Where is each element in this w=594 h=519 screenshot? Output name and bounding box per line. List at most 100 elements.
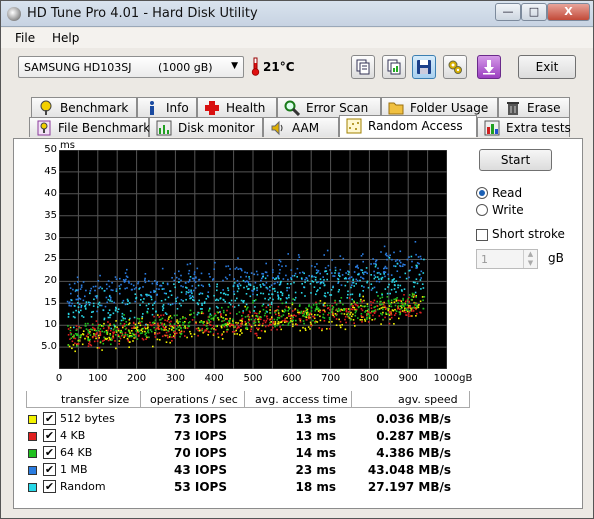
data-point: [242, 279, 245, 282]
data-point: [81, 315, 83, 317]
tab-disk-monitor[interactable]: Disk monitor: [149, 117, 263, 137]
data-point: [245, 293, 248, 295]
data-point: [278, 259, 281, 261]
close-button[interactable]: X: [547, 3, 590, 21]
series-checkbox[interactable]: ✔: [43, 480, 56, 493]
data-point: [89, 290, 92, 292]
data-point: [317, 307, 320, 310]
data-point: [390, 312, 392, 314]
data-point: [178, 324, 181, 327]
tab-extra-tests[interactable]: Extra tests: [477, 117, 571, 137]
data-point: [93, 334, 96, 336]
data-point: [237, 268, 240, 270]
tab-error-scan[interactable]: Error Scan: [277, 97, 381, 117]
tab-folder-usage[interactable]: Folder Usage: [381, 97, 498, 117]
tab-benchmark[interactable]: Benchmark: [31, 97, 137, 117]
series-checkbox[interactable]: ✔: [43, 446, 56, 459]
stroke-size-stepper[interactable]: 1 ▲ ▼: [476, 249, 538, 269]
data-point: [363, 271, 366, 273]
data-point: [384, 265, 387, 268]
data-point: [393, 251, 395, 254]
data-point: [134, 323, 137, 326]
options-button[interactable]: [443, 55, 467, 79]
data-point: [282, 278, 285, 280]
data-point: [187, 281, 190, 283]
title-bar[interactable]: HD Tune Pro 4.01 - Hard Disk Utility — □…: [1, 1, 593, 27]
data-point: [82, 299, 85, 302]
short-stroke-checkbox[interactable]: [476, 229, 488, 241]
data-point: [125, 278, 127, 281]
data-point: [408, 256, 410, 258]
exit-button[interactable]: Exit: [518, 55, 576, 79]
data-point: [423, 258, 425, 261]
series-checkbox[interactable]: ✔: [43, 463, 56, 476]
data-point: [232, 305, 234, 308]
download-button[interactable]: [477, 55, 501, 79]
tab-erase[interactable]: Erase: [498, 97, 570, 117]
read-radio[interactable]: [476, 187, 488, 199]
data-point: [92, 310, 94, 313]
data-point: [187, 272, 190, 275]
data-point: [67, 334, 70, 336]
data-point: [374, 309, 376, 312]
x-tick-label: 400: [204, 373, 224, 384]
series-checkbox[interactable]: ✔: [43, 429, 56, 442]
data-point: [370, 304, 373, 306]
data-point: [115, 290, 118, 292]
data-point: [103, 331, 106, 333]
copy-info-button[interactable]: [351, 55, 375, 79]
write-radio[interactable]: [476, 204, 488, 216]
series-checkbox[interactable]: ✔: [43, 412, 56, 425]
data-point: [156, 332, 159, 335]
data-point: [196, 267, 199, 270]
data-point: [72, 288, 74, 291]
data-point: [150, 330, 153, 333]
save-button[interactable]: [412, 55, 436, 79]
data-point: [250, 325, 253, 328]
tab-health[interactable]: Health: [197, 97, 277, 117]
tab-info[interactable]: Info: [137, 97, 197, 117]
data-point: [384, 288, 387, 290]
data-point: [397, 286, 399, 289]
spin-arrows-icon[interactable]: ▲ ▼: [523, 250, 537, 268]
data-point: [189, 291, 191, 293]
transfer-size-label: 1 MB: [60, 463, 88, 476]
data-point: [277, 309, 280, 312]
data-point: [106, 301, 108, 304]
data-point: [119, 322, 122, 325]
maximize-button[interactable]: □: [521, 3, 547, 21]
minimize-button[interactable]: —: [495, 3, 521, 21]
data-point: [344, 318, 346, 321]
tab-aam[interactable]: AAM: [263, 117, 339, 137]
data-point: [285, 265, 287, 267]
data-point: [244, 321, 247, 323]
data-point: [293, 299, 296, 301]
copy-screenshot-button[interactable]: [382, 55, 406, 79]
data-point: [182, 317, 184, 319]
drive-select[interactable]: SAMSUNG HD103SJ (1000 gB) ▼: [18, 56, 244, 78]
data-point: [275, 277, 278, 279]
data-point: [327, 314, 329, 316]
data-point: [193, 333, 196, 335]
data-point: [391, 281, 393, 283]
data-point: [117, 308, 120, 310]
menu-help[interactable]: Help: [52, 31, 79, 45]
data-point: [276, 328, 278, 331]
start-button[interactable]: Start: [479, 149, 552, 171]
data-point: [414, 241, 417, 243]
data-point: [157, 322, 159, 325]
data-point: [233, 293, 236, 295]
data-point: [326, 328, 328, 330]
tab-random-access[interactable]: Random Access: [339, 115, 477, 137]
data-point: [306, 277, 308, 280]
data-point: [388, 283, 390, 286]
data-point: [236, 279, 239, 282]
data-point: [183, 322, 185, 324]
data-point: [376, 272, 379, 274]
data-point: [174, 334, 177, 336]
data-point: [293, 309, 296, 311]
tab-file-benchmark[interactable]: File Benchmark: [29, 117, 150, 137]
data-point: [124, 303, 127, 306]
menu-file[interactable]: File: [15, 31, 35, 45]
data-point: [201, 329, 204, 332]
